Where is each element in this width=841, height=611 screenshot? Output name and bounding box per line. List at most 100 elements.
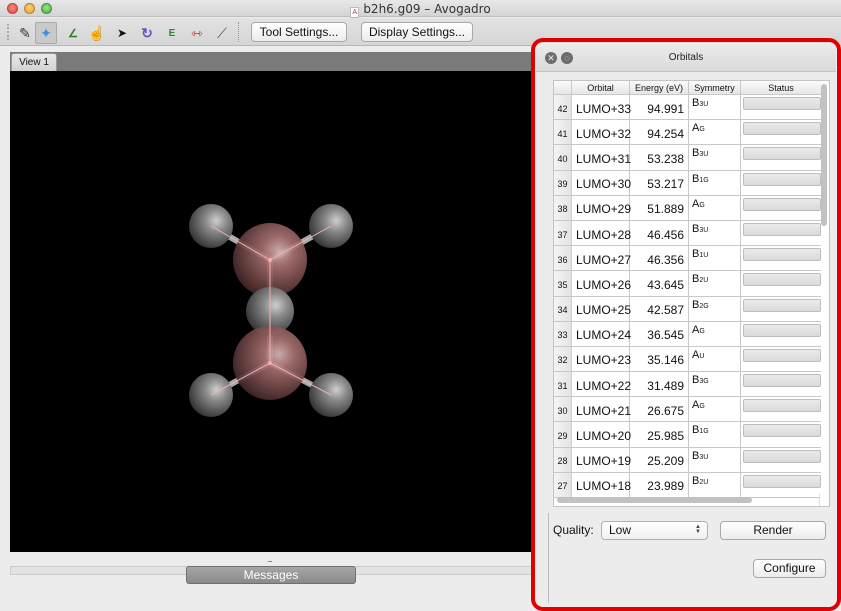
orbital-energy: 51.889 (630, 195, 689, 220)
float-panel-button[interactable]: ◌ (561, 52, 573, 64)
display-settings-button[interactable]: Display Settings... (361, 22, 473, 42)
symmetry-subscript: 3U (699, 226, 709, 234)
orbital-symmetry: B3U (689, 220, 741, 246)
table-row[interactable]: 35 LUMO+26 43.645 B2U (554, 271, 821, 297)
orbital-symmetry: B3U (689, 95, 741, 120)
symmetry-subscript: 2U (699, 277, 709, 285)
messages-toggle-button[interactable]: Messages (186, 566, 356, 584)
status-progress-bar (743, 172, 821, 186)
navigate-tool-button[interactable]: ✦ (35, 22, 57, 44)
table-row[interactable]: 29 LUMO+20 25.985 B1G (554, 422, 821, 448)
orbital-symmetry: AG (689, 120, 741, 145)
symmetry-subscript: 3U (699, 453, 709, 461)
orbital-symmetry: B2U (689, 271, 741, 296)
horizontal-scrollbar[interactable] (557, 497, 752, 503)
window-title: Ab2h6.g09 – Avogadro (0, 2, 841, 18)
toolbar-grip[interactable] (7, 24, 11, 40)
orbital-name: LUMO+32 (572, 120, 631, 145)
column-header-energy[interactable]: Energy (eV) (630, 81, 689, 94)
orbital-status (741, 221, 821, 245)
row-index: 31 (554, 372, 572, 397)
measure-tool-button[interactable]: ∠ (62, 22, 84, 44)
orbital-symmetry: B1G (689, 422, 741, 447)
tool-settings-button[interactable]: Tool Settings... (251, 22, 347, 42)
status-progress-bar (743, 222, 821, 236)
status-progress-bar (743, 323, 821, 337)
table-row[interactable]: 27 LUMO+18 23.989 B2U (554, 472, 821, 498)
table-row[interactable]: 28 LUMO+19 25.209 B3U (554, 447, 821, 473)
manipulate-tool-button[interactable]: ☝ (86, 22, 108, 44)
updown-chevron-icon: ▲ ▼ (695, 524, 701, 535)
table-row[interactable]: 30 LUMO+21 26.675 AG (554, 397, 821, 423)
column-header-index (554, 81, 572, 94)
status-progress-bar (743, 399, 821, 413)
table-row[interactable]: 32 LUMO+23 35.146 AU (554, 346, 821, 373)
molecule-viewport[interactable] (10, 71, 535, 552)
configure-button[interactable]: Configure (753, 559, 826, 578)
orbitals-panel-titlebar: ✕ ◌ Orbitals (536, 43, 836, 72)
status-progress-bar (743, 147, 821, 161)
orbital-status (741, 271, 821, 295)
window-titlebar: Ab2h6.g09 – Avogadro (0, 0, 841, 18)
splitter-handle[interactable] (268, 561, 272, 564)
table-row[interactable]: 36 LUMO+27 46.356 B1U (554, 246, 821, 272)
orbital-name: LUMO+31 (572, 145, 631, 170)
status-progress-bar (743, 449, 821, 463)
table-row[interactable]: 37 LUMO+28 46.456 B3U (554, 220, 821, 247)
orbital-status (741, 448, 821, 472)
render-button[interactable]: Render (720, 521, 826, 540)
orbital-energy: 53.217 (630, 170, 689, 195)
symmetry-subscript: 3U (699, 151, 709, 159)
angle-measure-icon: ∠ (68, 27, 78, 40)
orbital-energy: 25.985 (630, 422, 689, 447)
column-header-symmetry[interactable]: Symmetry (689, 81, 741, 94)
orbital-symmetry: B3G (689, 372, 741, 397)
bond-centric-tool-button[interactable]: ⇿ (186, 22, 208, 44)
quality-select[interactable]: Low ▲ ▼ (601, 521, 708, 540)
table-row[interactable]: 40 LUMO+31 53.238 B3U (554, 145, 821, 171)
document-icon: A (350, 7, 360, 18)
rotate-tool-button[interactable]: ↻ (136, 22, 158, 44)
table-row[interactable]: 34 LUMO+25 42.587 B2G (554, 296, 821, 322)
row-index: 29 (554, 422, 572, 447)
column-header-status[interactable]: Status (741, 81, 821, 94)
toolbar-separator (238, 22, 239, 42)
row-index: 33 (554, 321, 572, 346)
orbital-energy: 35.146 (630, 346, 689, 372)
vertical-scrollbar[interactable] (821, 84, 827, 226)
orbital-symmetry: AG (689, 195, 741, 220)
table-row[interactable]: 31 LUMO+22 31.489 B3G (554, 372, 821, 398)
table-row[interactable]: 38 LUMO+29 51.889 AG (554, 195, 821, 221)
table-row[interactable]: 41 LUMO+32 94.254 AG (554, 120, 821, 146)
orbital-status (741, 372, 821, 396)
panel-title: Orbitals (668, 52, 704, 63)
orbital-status (741, 196, 821, 220)
align-tool-button[interactable]: ⟋ (211, 22, 233, 44)
align-icon: ⟋ (217, 24, 227, 41)
status-progress-bar (743, 374, 821, 388)
orbital-energy: 31.489 (630, 372, 689, 397)
table-row[interactable]: 42 LUMO+33 94.991 B3U (554, 95, 821, 121)
draw-tool-button[interactable]: ✎ (14, 22, 36, 44)
orbital-symmetry: B2G (689, 296, 741, 321)
row-index: 37 (554, 220, 572, 246)
orbital-status (741, 171, 821, 195)
symmetry-subscript: 3U (699, 101, 709, 108)
table-row[interactable]: 39 LUMO+30 53.217 B1G (554, 170, 821, 196)
molecule-render (189, 204, 353, 417)
select-tool-button[interactable]: ➤ (111, 22, 133, 44)
orbital-symmetry: AG (689, 321, 741, 346)
close-panel-button[interactable]: ✕ (545, 52, 557, 64)
row-index: 36 (554, 246, 572, 271)
orbital-symmetry: B3U (689, 447, 741, 472)
autoopt-tool-button[interactable]: E (161, 22, 183, 44)
orbital-energy: 42.587 (630, 296, 689, 321)
orbital-status (741, 246, 821, 270)
table-row[interactable]: 33 LUMO+24 36.545 AG (554, 321, 821, 347)
orbital-status (741, 95, 821, 119)
tab-view-1[interactable]: View 1 (11, 53, 57, 71)
symmetry-subscript: U (699, 352, 705, 360)
column-header-orbital[interactable]: Orbital (572, 81, 630, 94)
scroll-corner (819, 494, 829, 506)
panel-divider (548, 513, 549, 603)
